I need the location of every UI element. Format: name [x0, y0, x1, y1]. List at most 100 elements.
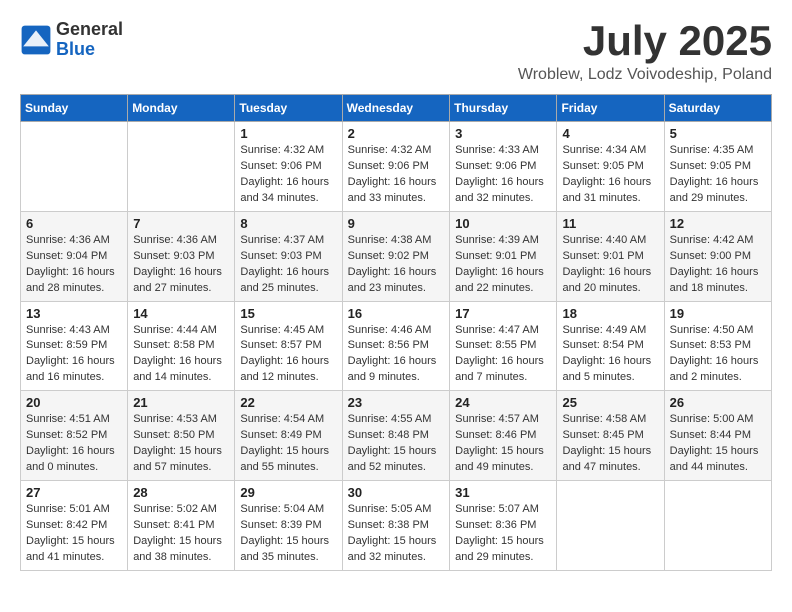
day-content: Sunrise: 4:39 AMSunset: 9:01 PMDaylight:… [455, 233, 551, 297]
logo-blue-label: Blue [56, 40, 123, 60]
calendar-cell: 16 Sunrise: 4:46 AMSunset: 8:56 PMDayligh… [342, 301, 450, 391]
calendar-cell: 18 Sunrise: 4:49 AMSunset: 8:54 PMDayligh… [557, 301, 664, 391]
day-number: 24 [455, 395, 551, 410]
day-number: 3 [455, 126, 551, 141]
calendar-cell: 22Sunrise: 4:54 AMSunset: 8:49 PMDayligh… [235, 391, 342, 481]
weekday-header: Thursday [450, 95, 557, 122]
day-number: 22 [240, 395, 336, 410]
day-content: Sunrise: 4:53 AMSunset: 8:50 PMDaylight:… [133, 412, 229, 476]
weekday-header: Friday [557, 95, 664, 122]
calendar-cell: 9 Sunrise: 4:38 AMSunset: 9:02 PMDaylight… [342, 211, 450, 301]
day-number: 21 [133, 395, 229, 410]
day-content: Sunrise: 4:40 AMSunset: 9:01 PMDaylight:… [562, 233, 658, 297]
calendar-cell [557, 481, 664, 571]
day-number: 27 [26, 485, 122, 500]
day-number: 16 [348, 306, 445, 321]
day-content: Sunrise: 5:00 AMSunset: 8:44 PMDaylight:… [670, 412, 766, 476]
logo-icon [20, 24, 52, 56]
day-number: 4 [562, 126, 658, 141]
weekday-header: Monday [128, 95, 235, 122]
calendar-cell: 31 Sunrise: 5:07 AMSunset: 8:36 PMDayligh… [450, 481, 557, 571]
day-content: Sunrise: 5:07 AMSunset: 8:36 PMDaylight:… [455, 502, 551, 566]
calendar-cell: 19 Sunrise: 4:50 AMSunset: 8:53 PMDayligh… [664, 301, 771, 391]
calendar-cell: 21 Sunrise: 4:53 AMSunset: 8:50 PMDayligh… [128, 391, 235, 481]
day-content: Sunrise: 4:45 AMSunset: 8:57 PMDaylight:… [240, 323, 336, 387]
logo-general-label: General [56, 20, 123, 40]
day-content: Sunrise: 4:36 AMSunset: 9:03 PMDaylight:… [133, 233, 229, 297]
calendar-cell: 7 Sunrise: 4:36 AMSunset: 9:03 PMDaylight… [128, 211, 235, 301]
calendar-cell: 3Sunrise: 4:33 AMSunset: 9:06 PMDaylight… [450, 122, 557, 212]
calendar-week-row: 13 Sunrise: 4:43 AMSunset: 8:59 PMDayligh… [21, 301, 772, 391]
title-area: July 2025 Wroblew, Lodz Voivodeship, Pol… [518, 20, 772, 84]
day-content: Sunrise: 4:34 AMSunset: 9:05 PMDaylight:… [562, 143, 658, 207]
calendar-cell: 27Sunrise: 5:01 AMSunset: 8:42 PMDayligh… [21, 481, 128, 571]
day-content: Sunrise: 4:58 AMSunset: 8:45 PMDaylight:… [562, 412, 658, 476]
month-title: July 2025 [518, 20, 772, 62]
day-content: Sunrise: 4:44 AMSunset: 8:58 PMDaylight:… [133, 323, 229, 387]
day-number: 19 [670, 306, 766, 321]
day-content: Sunrise: 4:50 AMSunset: 8:53 PMDaylight:… [670, 323, 766, 387]
day-number: 12 [670, 216, 766, 231]
day-number: 1 [240, 126, 336, 141]
day-content: Sunrise: 4:57 AMSunset: 8:46 PMDaylight:… [455, 412, 551, 476]
day-number: 5 [670, 126, 766, 141]
calendar-cell [128, 122, 235, 212]
calendar-cell: 13 Sunrise: 4:43 AMSunset: 8:59 PMDayligh… [21, 301, 128, 391]
weekday-header: Saturday [664, 95, 771, 122]
day-content: Sunrise: 4:38 AMSunset: 9:02 PMDaylight:… [348, 233, 445, 297]
calendar-cell: 15Sunrise: 4:45 AMSunset: 8:57 PMDayligh… [235, 301, 342, 391]
day-number: 31 [455, 485, 551, 500]
logo-text: General Blue [56, 20, 123, 60]
day-content: Sunrise: 4:42 AMSunset: 9:00 PMDaylight:… [670, 233, 766, 297]
day-number: 30 [348, 485, 445, 500]
day-content: Sunrise: 4:47 AMSunset: 8:55 PMDaylight:… [455, 323, 551, 387]
day-number: 28 [133, 485, 229, 500]
day-number: 2 [348, 126, 445, 141]
day-content: Sunrise: 4:55 AMSunset: 8:48 PMDaylight:… [348, 412, 445, 476]
day-content: Sunrise: 4:43 AMSunset: 8:59 PMDaylight:… [26, 323, 122, 387]
day-content: Sunrise: 4:46 AMSunset: 8:56 PMDaylight:… [348, 323, 445, 387]
location-title: Wroblew, Lodz Voivodeship, Poland [518, 66, 772, 84]
calendar-cell [21, 122, 128, 212]
calendar-cell: 14Sunrise: 4:44 AMSunset: 8:58 PMDayligh… [128, 301, 235, 391]
day-number: 11 [562, 216, 658, 231]
weekday-header: Sunday [21, 95, 128, 122]
day-number: 29 [240, 485, 336, 500]
day-content: Sunrise: 4:36 AMSunset: 9:04 PMDaylight:… [26, 233, 122, 297]
day-content: Sunrise: 4:35 AMSunset: 9:05 PMDaylight:… [670, 143, 766, 207]
calendar-cell: 20Sunrise: 4:51 AMSunset: 8:52 PMDayligh… [21, 391, 128, 481]
day-number: 23 [348, 395, 445, 410]
calendar-week-row: 27Sunrise: 5:01 AMSunset: 8:42 PMDayligh… [21, 481, 772, 571]
calendar-cell: 2 Sunrise: 4:32 AMSunset: 9:06 PMDaylight… [342, 122, 450, 212]
calendar-cell: 17Sunrise: 4:47 AMSunset: 8:55 PMDayligh… [450, 301, 557, 391]
calendar-cell: 5 Sunrise: 4:35 AMSunset: 9:05 PMDaylight… [664, 122, 771, 212]
calendar-week-row: 6 Sunrise: 4:36 AMSunset: 9:04 PMDaylight… [21, 211, 772, 301]
calendar-cell: 29Sunrise: 5:04 AMSunset: 8:39 PMDayligh… [235, 481, 342, 571]
logo: General Blue [20, 20, 123, 60]
calendar-cell: 26Sunrise: 5:00 AMSunset: 8:44 PMDayligh… [664, 391, 771, 481]
day-number: 25 [562, 395, 658, 410]
day-number: 9 [348, 216, 445, 231]
day-content: Sunrise: 4:37 AMSunset: 9:03 PMDaylight:… [240, 233, 336, 297]
calendar-cell: 11 Sunrise: 4:40 AMSunset: 9:01 PMDayligh… [557, 211, 664, 301]
calendar-table: SundayMondayTuesdayWednesdayThursdayFrid… [20, 94, 772, 571]
calendar-cell: 30 Sunrise: 5:05 AMSunset: 8:38 PMDayligh… [342, 481, 450, 571]
day-number: 7 [133, 216, 229, 231]
calendar-cell: 8Sunrise: 4:37 AMSunset: 9:03 PMDaylight… [235, 211, 342, 301]
calendar-cell: 25 Sunrise: 4:58 AMSunset: 8:45 PMDayligh… [557, 391, 664, 481]
calendar-week-row: 1 Sunrise: 4:32 AMSunset: 9:06 PMDaylight… [21, 122, 772, 212]
day-content: Sunrise: 5:05 AMSunset: 8:38 PMDaylight:… [348, 502, 445, 566]
day-content: Sunrise: 4:32 AMSunset: 9:06 PMDaylight:… [348, 143, 445, 207]
day-number: 10 [455, 216, 551, 231]
calendar-week-row: 20Sunrise: 4:51 AMSunset: 8:52 PMDayligh… [21, 391, 772, 481]
weekday-header: Tuesday [235, 95, 342, 122]
calendar-cell [664, 481, 771, 571]
calendar-cell: 28Sunrise: 5:02 AMSunset: 8:41 PMDayligh… [128, 481, 235, 571]
calendar-cell: 23 Sunrise: 4:55 AMSunset: 8:48 PMDayligh… [342, 391, 450, 481]
day-number: 18 [562, 306, 658, 321]
day-number: 13 [26, 306, 122, 321]
day-number: 6 [26, 216, 122, 231]
day-content: Sunrise: 4:49 AMSunset: 8:54 PMDaylight:… [562, 323, 658, 387]
weekday-header-row: SundayMondayTuesdayWednesdayThursdayFrid… [21, 95, 772, 122]
calendar-cell: 6 Sunrise: 4:36 AMSunset: 9:04 PMDaylight… [21, 211, 128, 301]
